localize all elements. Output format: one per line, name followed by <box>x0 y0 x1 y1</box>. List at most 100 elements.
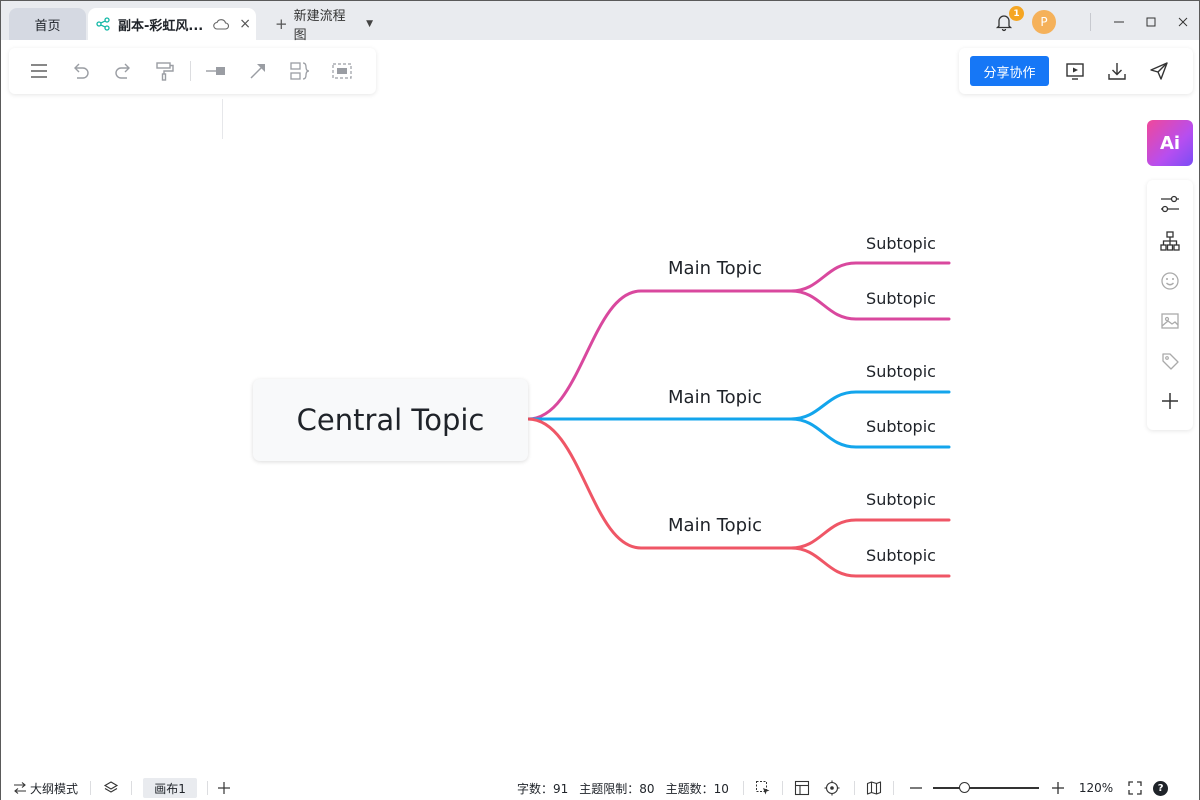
format-painter-icon <box>156 62 174 81</box>
help-button[interactable]: ? <box>1153 780 1169 796</box>
tag-button[interactable] <box>1158 349 1182 373</box>
layers-button[interactable] <box>103 780 119 796</box>
relation-arrow-button[interactable] <box>237 53 279 89</box>
zoom-slider[interactable] <box>932 782 1039 793</box>
tab-document[interactable]: 副本-彩虹风... × <box>88 8 256 40</box>
fullscreen-button[interactable] <box>1128 781 1142 795</box>
side-panel <box>1147 180 1193 430</box>
tab-home-label: 首页 <box>34 18 61 34</box>
target-icon <box>824 780 840 796</box>
insert-connector-button[interactable] <box>195 53 237 89</box>
minimap-button[interactable] <box>866 780 882 796</box>
redo-button[interactable] <box>102 53 144 89</box>
send-icon <box>1150 62 1168 80</box>
summary-button[interactable] <box>279 53 321 89</box>
close-icon[interactable]: × <box>239 16 251 32</box>
divider <box>190 61 191 81</box>
send-button[interactable] <box>1138 53 1180 89</box>
ai-assistant-button[interactable]: Ai <box>1147 120 1193 166</box>
divider <box>742 781 744 795</box>
undo-icon <box>74 63 89 79</box>
locate-button[interactable] <box>824 780 840 796</box>
add-button[interactable] <box>1158 389 1182 413</box>
layers-icon <box>103 781 119 793</box>
fullscreen-icon <box>1128 781 1142 795</box>
subtopic[interactable]: Subtopic <box>856 234 946 253</box>
close-window-button[interactable] <box>1167 10 1199 34</box>
mindmap-icon <box>96 17 110 31</box>
sliders-icon <box>1161 195 1179 213</box>
divider <box>1090 13 1091 31</box>
layout-button[interactable] <box>794 780 810 796</box>
central-topic[interactable]: Central Topic <box>253 379 528 461</box>
avatar[interactable]: P <box>1032 10 1056 34</box>
menu-icon <box>31 64 47 78</box>
main-topic[interactable]: Main Topic <box>640 515 790 536</box>
emoji-button[interactable] <box>1158 269 1182 293</box>
layout-icon <box>794 780 809 796</box>
outline-mode-label: 大纲模式 <box>30 781 79 796</box>
boundary-button[interactable] <box>321 53 363 89</box>
zoom-slider-handle[interactable] <box>958 782 970 793</box>
undo-button[interactable] <box>60 53 102 89</box>
add-canvas-button[interactable] <box>217 781 231 795</box>
caret-down-icon: ▼ <box>366 19 373 29</box>
arrow-icon <box>250 64 265 79</box>
main-topic[interactable]: Main Topic <box>640 387 790 408</box>
status-bar: 大纲模式 画布1 字数：91 主题限制：80 主题数：10 120% ? <box>1 776 1199 800</box>
notification-badge: 1 <box>1009 6 1024 21</box>
format-painter-button[interactable] <box>144 53 186 89</box>
boundary-icon <box>332 63 352 79</box>
presentation-icon <box>1066 63 1084 80</box>
outline-mode-button[interactable]: 大纲模式 <box>13 780 78 797</box>
tab-home[interactable]: 首页 <box>9 8 86 40</box>
tag-icon <box>1162 353 1179 370</box>
download-button[interactable] <box>1096 53 1138 89</box>
image-button[interactable] <box>1158 309 1182 333</box>
zoom-in-button[interactable] <box>1051 781 1065 795</box>
title-bar: 首页 副本-彩虹风... × + 新建流程图 ▼ 1 P <box>1 1 1199 43</box>
divider <box>90 781 92 795</box>
cloud-icon <box>213 19 230 30</box>
map-icon <box>866 781 881 795</box>
divider <box>207 781 209 795</box>
emoji-icon <box>1161 272 1179 290</box>
subtopic[interactable]: Subtopic <box>856 490 946 509</box>
maximize-icon <box>1146 17 1156 27</box>
plus-icon <box>1051 782 1064 794</box>
subtopic[interactable]: Subtopic <box>856 546 946 565</box>
subtopic[interactable]: Subtopic <box>856 417 946 436</box>
zoom-out-button[interactable] <box>909 781 923 795</box>
swap-icon <box>14 782 26 794</box>
minimize-button[interactable] <box>1103 10 1135 34</box>
main-topic[interactable]: Main Topic <box>640 258 790 279</box>
structure-button[interactable] <box>1158 229 1182 253</box>
minimize-icon <box>1114 21 1124 23</box>
editing-toolbar <box>9 48 376 94</box>
plus-icon <box>1162 393 1178 409</box>
subtopic[interactable]: Subtopic <box>856 289 946 308</box>
share-collaborate-button[interactable]: 分享协作 <box>970 56 1049 86</box>
present-button[interactable] <box>1054 53 1096 89</box>
branch-line <box>789 261 951 293</box>
notification-button[interactable]: 1 <box>992 6 1024 34</box>
plus-icon <box>218 782 231 794</box>
plus-icon: + <box>275 15 288 33</box>
topic-limit: 主题限制：80 <box>579 781 655 796</box>
select-tool-button[interactable] <box>755 780 771 796</box>
divider <box>781 781 783 795</box>
new-flowchart-tab[interactable]: + 新建流程图 ▼ <box>273 8 373 43</box>
menu-button[interactable] <box>18 53 60 89</box>
branch-line <box>789 390 951 421</box>
share-toolbar: 分享协作 <box>959 48 1193 94</box>
subtopic[interactable]: Subtopic <box>856 362 946 381</box>
canvas-tab[interactable]: 画布1 <box>143 778 198 798</box>
divider <box>853 781 855 795</box>
style-settings-button[interactable] <box>1158 192 1182 216</box>
close-window-icon <box>1178 17 1188 27</box>
tab-document-label: 副本-彩虹风... <box>118 18 204 34</box>
image-icon <box>1161 313 1179 329</box>
maximize-button[interactable] <box>1135 10 1167 34</box>
hierarchy-icon <box>1160 231 1180 251</box>
download-icon <box>1108 63 1126 80</box>
